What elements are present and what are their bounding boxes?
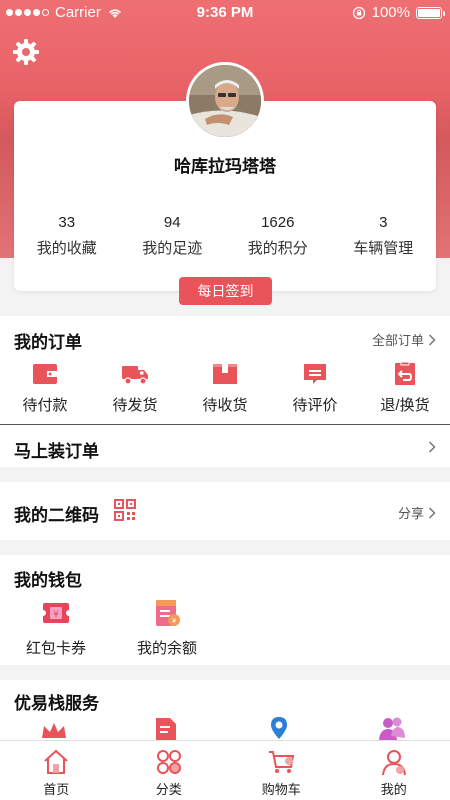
order-pending-receipt[interactable]: 待收货 (180, 362, 270, 415)
stat-value: 33 (58, 214, 76, 231)
tab-cart[interactable]: 购物车 (225, 741, 338, 800)
tab-home[interactable]: 首页 (0, 741, 113, 800)
profile-stats: 33 我的收藏 94 我的足迹 1626 我的积分 3 车辆管理 (14, 214, 436, 258)
order-pending-review[interactable]: 待评价 (270, 362, 360, 415)
wallet-title: 我的钱包 (14, 571, 82, 590)
stat-favorites[interactable]: 33 我的收藏 (14, 214, 120, 258)
order-label: 退/换货 (380, 397, 430, 414)
tab-bar: 首页 分类 购物车 我的 (0, 740, 450, 800)
stat-label: 我的积分 (247, 240, 308, 257)
stat-points[interactable]: 1626 我的积分 (225, 214, 331, 258)
status-bar: Carrier 9:36 PM 100% (0, 0, 450, 26)
order-status-row: 待付款 待发货 待收货 待评价 退/换货 (0, 362, 450, 415)
chevron-right-icon (428, 441, 436, 453)
order-label: 待发货 (112, 397, 158, 414)
qrcode-row[interactable]: 我的二维码 分享 (0, 482, 450, 540)
qrcode-title: 我的二维码 (14, 506, 99, 525)
tab-label: 分类 (155, 782, 182, 797)
tab-mine[interactable]: 我的 (338, 741, 450, 800)
qrcode-icon (114, 499, 136, 521)
stat-label: 车辆管理 (353, 240, 414, 257)
chevron-right-icon (428, 506, 436, 519)
stat-value: 3 (379, 214, 388, 231)
tab-label: 首页 (43, 782, 70, 797)
tab-category[interactable]: 分类 (113, 741, 226, 800)
orders-title: 我的订单 (14, 333, 82, 352)
settings-gear-icon[interactable] (12, 38, 40, 66)
wallet-label: 红包卡券 (25, 640, 86, 657)
order-label: 待付款 (22, 397, 68, 414)
wallet-label: 我的余额 (136, 640, 197, 657)
document-service-icon[interactable] (152, 716, 180, 740)
daily-checkin-button[interactable]: 每日签到 (179, 277, 272, 305)
tab-label: 我的 (380, 782, 407, 797)
stat-value: 94 (163, 214, 181, 231)
services-title: 优易栈服务 (14, 694, 99, 713)
battery-percent: 100% (371, 4, 410, 21)
home-icon (44, 749, 68, 774)
crown-icon[interactable] (40, 720, 68, 740)
order-pending-shipment[interactable]: 待发货 (90, 362, 180, 415)
all-orders-link[interactable]: 全部订单 (372, 330, 436, 349)
stat-vehicles[interactable]: 3 车辆管理 (331, 214, 437, 258)
users-icon[interactable] (377, 716, 407, 740)
wallet-section: 我的钱包 ¥ 红包卡券 ¥ 我的余额 (0, 555, 450, 665)
share-label: 分享 (397, 506, 424, 521)
username: 哈库拉玛塔塔 (174, 157, 276, 176)
truck-icon (122, 366, 148, 385)
chevron-right-icon (428, 333, 436, 346)
stat-label: 我的足迹 (142, 240, 203, 257)
install-order-title: 马上装订单 (14, 442, 99, 461)
share-link[interactable]: 分享 (398, 503, 436, 522)
install-order-row[interactable]: 马上装订单 (0, 425, 450, 467)
return-icon (395, 362, 415, 385)
wallet-coupons[interactable]: ¥ 红包卡券 (11, 597, 101, 658)
stat-value: 1626 (261, 214, 295, 231)
wallet-balance[interactable]: ¥ 我的余额 (122, 597, 212, 658)
svg-text:¥: ¥ (172, 617, 177, 625)
services-section: 优易栈服务 (0, 680, 450, 740)
order-pending-payment[interactable]: 待付款 (0, 362, 90, 415)
svg-text:¥: ¥ (53, 610, 59, 620)
avatar[interactable] (186, 62, 264, 140)
rotation-lock-icon (352, 6, 365, 19)
user-icon (381, 750, 406, 776)
battery-icon (416, 6, 445, 19)
stat-label: 我的收藏 (36, 240, 97, 257)
cart-icon (269, 751, 295, 773)
all-orders-label: 全部订单 (371, 333, 424, 348)
order-label: 待收货 (202, 397, 248, 414)
category-icon (156, 750, 181, 774)
stat-footprints[interactable]: 94 我的足迹 (120, 214, 226, 258)
wallet-icon (33, 364, 57, 384)
tab-label: 购物车 (261, 782, 301, 797)
box-icon (213, 364, 237, 384)
coupon-icon: ¥ (41, 603, 71, 623)
order-return-exchange[interactable]: 退/换货 (360, 362, 450, 415)
location-pin-icon[interactable] (265, 716, 293, 740)
order-label: 待评价 (292, 397, 338, 414)
avatar-photo (189, 65, 261, 137)
comment-icon (304, 364, 326, 384)
balance-icon: ¥ (156, 600, 180, 626)
